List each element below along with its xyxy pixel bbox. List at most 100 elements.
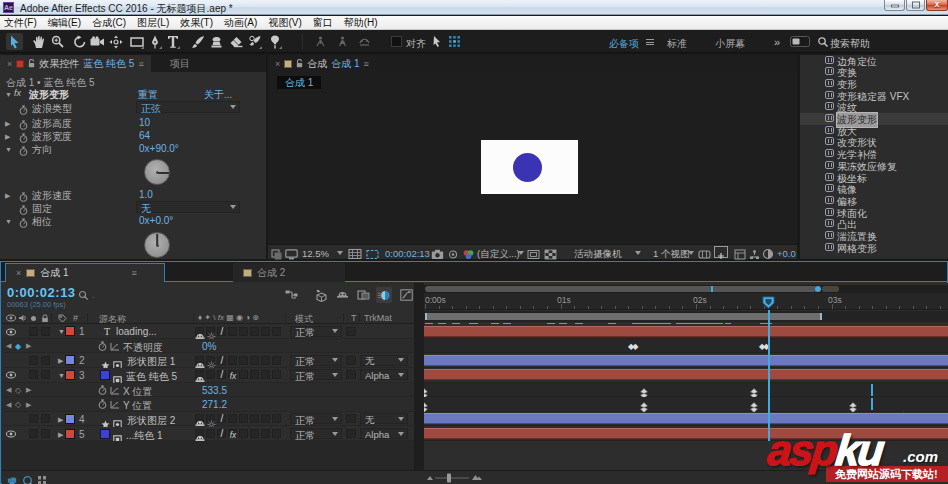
search-help-icon[interactable]: [814, 33, 831, 50]
solo-switch[interactable]: [29, 414, 38, 423]
camera-tool-icon[interactable]: [89, 33, 106, 50]
solid-color-swatch[interactable]: [100, 429, 110, 439]
workspace-1[interactable]: 必备项: [609, 37, 639, 51]
quality-switch-icon[interactable]: /: [217, 356, 227, 366]
reset-link[interactable]: 重置: [138, 88, 158, 102]
clone-stamp-tool-icon[interactable]: [208, 33, 225, 50]
switch-cell[interactable]: [206, 370, 215, 379]
menu-item-5[interactable]: 动画(A): [220, 16, 261, 30]
effect-item[interactable]: 变换: [800, 66, 948, 78]
switch-cell[interactable]: [261, 327, 270, 336]
switch-cell[interactable]: [261, 370, 270, 379]
effect-item[interactable]: 放大: [800, 124, 948, 136]
property-value[interactable]: 0x+90.0°: [139, 143, 179, 154]
close-icon[interactable]: ×: [275, 59, 280, 69]
rotate-tool-icon[interactable]: [71, 33, 88, 50]
track-layer-row[interactable]: [424, 368, 948, 383]
property-value[interactable]: 1.0: [139, 189, 153, 200]
effect-item[interactable]: 改变形状: [800, 136, 948, 148]
selection-tool-icon[interactable]: [6, 33, 23, 50]
next-keyframe-icon[interactable]: ▶: [26, 401, 31, 409]
switch-cell[interactable]: [272, 370, 281, 379]
workspace-3[interactable]: 小屏幕: [715, 37, 745, 51]
track-property-row[interactable]: ◆◆◆◆: [424, 339, 948, 354]
motion-blur-icon[interactable]: [376, 287, 392, 303]
tab-composition[interactable]: × 合成 合成 1 ≡: [268, 55, 376, 72]
preserve-transparency-switch[interactable]: [346, 429, 356, 438]
composition-view-tab[interactable]: 合成 1: [277, 76, 321, 89]
tab-effect-controls[interactable]: × 效果控件 蓝色 纯色 5 ≡: [0, 55, 151, 72]
snap-grid-icon[interactable]: [446, 33, 463, 50]
property-row[interactable]: ◀◇▶X 位置533.5: [2, 383, 414, 398]
puppet-starch-tool-icon[interactable]: [334, 33, 351, 50]
label-color-swatch[interactable]: [65, 429, 75, 439]
switch-cell[interactable]: [250, 429, 259, 438]
view-camera-value[interactable]: 活动摄像机: [574, 248, 622, 261]
expander-icon[interactable]: ▶: [58, 431, 63, 439]
next-keyframe-icon[interactable]: ▶: [26, 342, 31, 350]
maximize-button[interactable]: [906, 0, 925, 11]
prev-keyframe-icon[interactable]: ◀: [6, 386, 11, 394]
chevron-down-icon[interactable]: [337, 251, 343, 258]
puppet-pin-tool-icon[interactable]: [266, 33, 283, 50]
expander-icon[interactable]: ▼: [5, 91, 12, 98]
effect-item[interactable]: 变形: [800, 77, 948, 89]
layer-duration-bar[interactable]: [424, 355, 948, 366]
switch-cell[interactable]: [261, 414, 270, 423]
menu-item-3[interactable]: 图层(L): [133, 16, 173, 30]
property-row[interactable]: ◀◆▶不透明度0%: [2, 339, 414, 354]
composition-stage[interactable]: [481, 140, 578, 194]
preserve-transparency-switch[interactable]: [346, 356, 356, 365]
time-navigator[interactable]: [424, 285, 948, 293]
time-ruler[interactable]: 0:00s01s02s03s: [424, 293, 948, 310]
minimize-button[interactable]: [884, 0, 905, 11]
property-value[interactable]: 64: [139, 130, 150, 141]
comp-mini-flowchart-icon[interactable]: [283, 287, 299, 303]
label-color-swatch[interactable]: [65, 370, 75, 380]
effect-item[interactable]: 果冻效应修复: [800, 159, 948, 171]
property-value[interactable]: 10: [139, 117, 150, 128]
solid-color-swatch[interactable]: [100, 370, 110, 380]
tab-project[interactable]: 项目: [163, 55, 197, 72]
menu-item-1[interactable]: 编辑(E): [44, 16, 85, 30]
stopwatch-icon[interactable]: [98, 341, 107, 352]
angle-dial[interactable]: [144, 159, 170, 185]
lock-switch[interactable]: [41, 370, 50, 379]
transfer-controls-pane-icon[interactable]: [22, 472, 34, 484]
switch-cell[interactable]: [272, 414, 281, 423]
property-value[interactable]: 271.2: [202, 399, 227, 410]
snap-cursor-icon[interactable]: [428, 33, 445, 50]
type-tool-icon[interactable]: [164, 33, 181, 50]
puppet-overlap-tool-icon[interactable]: [312, 33, 329, 50]
prev-keyframe-icon[interactable]: ◀: [6, 342, 11, 350]
switch-cell[interactable]: [239, 429, 248, 438]
layer-duration-bar[interactable]: [424, 369, 948, 380]
quality-switch-icon[interactable]: /: [217, 414, 227, 424]
keyframe-pair[interactable]: ◆◆: [628, 342, 636, 351]
panel-menu-icon[interactable]: ≡: [138, 59, 143, 69]
effect-item[interactable]: 波形变形: [800, 113, 948, 125]
puppet-pin-depth-tool-icon[interactable]: [356, 33, 373, 50]
switch-cell[interactable]: [228, 356, 237, 365]
comp-timecode[interactable]: 0:00:02:13: [385, 248, 430, 259]
menu-item-2[interactable]: 合成(C): [88, 16, 130, 30]
expander-icon[interactable]: ▶: [58, 416, 63, 424]
keyframe-toggle-icon[interactable]: ◇: [15, 386, 21, 395]
preserve-transparency-switch[interactable]: [346, 370, 356, 379]
in-out-duration-pane-icon[interactable]: [37, 472, 47, 484]
graph-icon[interactable]: [110, 400, 120, 409]
quality-switch-icon[interactable]: /: [217, 370, 227, 380]
solo-switch[interactable]: [29, 356, 38, 365]
menu-item-6[interactable]: 视图(V): [264, 16, 305, 30]
time-navigator-thumb[interactable]: [425, 286, 817, 292]
track-layer-row[interactable]: [424, 353, 948, 368]
graph-icon[interactable]: [110, 386, 120, 395]
pixel-aspect-correction-icon[interactable]: [714, 246, 728, 258]
snapping-checkbox[interactable]: [391, 36, 402, 47]
panel-menu-icon[interactable]: ≡: [132, 268, 137, 278]
expander-icon[interactable]: ▼: [58, 372, 65, 379]
property-value[interactable]: 533.5: [202, 385, 227, 396]
workspace-overflow-chevron[interactable]: »: [774, 36, 780, 48]
lock-switch[interactable]: [41, 429, 50, 438]
timeline-column-track-divider[interactable]: [414, 283, 424, 484]
